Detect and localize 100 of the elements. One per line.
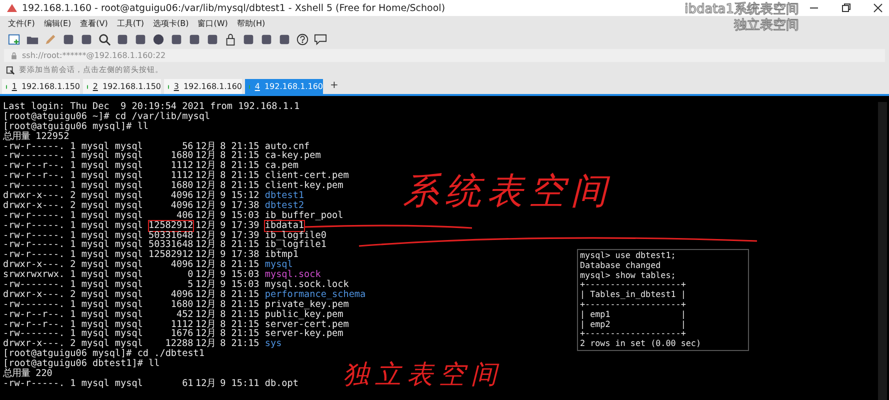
- link-count: 2: [70, 191, 76, 201]
- time-text: 21:15: [231, 142, 260, 152]
- day-text: 9: [219, 200, 226, 211]
- file-size: 4096: [170, 290, 194, 300]
- close-icon[interactable]: [873, 3, 883, 13]
- group-text: mysql: [114, 270, 143, 280]
- file-size: 50331648: [148, 230, 194, 240]
- session-tab[interactable]: 4 192.168.1.160: [245, 79, 323, 94]
- month-text: 12月: [196, 240, 212, 250]
- menu-item[interactable]: 工具(T): [116, 18, 144, 28]
- group-text: mysql: [114, 339, 143, 350]
- permissions-text: -rw-------.: [3, 280, 65, 290]
- day-text: 9: [219, 378, 226, 389]
- terminal-line: [root@atguigu06 mysql]# cd ./dbtest1: [3, 349, 206, 360]
- month-text: 12月: [196, 300, 212, 310]
- permissions-text: drwxr-x---.: [3, 339, 65, 350]
- day-text: 9: [219, 280, 226, 290]
- link-count: 2: [70, 200, 76, 211]
- chat-icon[interactable]: [314, 32, 327, 46]
- permissions-text: -rw-r-----.: [3, 240, 65, 250]
- link-count: 1: [70, 142, 76, 152]
- owner-text: mysql: [81, 378, 110, 389]
- session-tab[interactable]: 2 192.168.1.150: [83, 79, 161, 94]
- add-tab-button[interactable]: +: [326, 80, 342, 91]
- permissions-text: -rw-r-----.: [3, 210, 65, 221]
- time-text: 15:03: [231, 210, 260, 221]
- mysql-output-line: mysql> show tables;: [580, 270, 677, 280]
- month-text: 12月: [196, 220, 212, 231]
- permissions-text: -rw-r--r--.: [3, 171, 65, 182]
- owner-text: mysql: [81, 200, 110, 211]
- day-text: 9: [219, 191, 226, 201]
- file-name: public_key.pem: [264, 310, 344, 320]
- permissions-text: drwxr-x---.: [3, 290, 65, 300]
- app-icon: [6, 2, 18, 14]
- menu-item[interactable]: 编辑(E): [44, 18, 72, 28]
- menu-item[interactable]: 窗口(W): [198, 18, 228, 28]
- file-name: server-key.pem: [264, 329, 344, 340]
- search-icon[interactable]: [98, 32, 111, 46]
- link-count: 2: [70, 339, 76, 350]
- group-text: mysql: [114, 200, 143, 211]
- owner-text: mysql: [81, 151, 110, 162]
- permissions-text: drwxr-x---.: [3, 260, 65, 270]
- group-text: mysql: [114, 171, 143, 182]
- link-count: 1: [70, 210, 76, 221]
- month-text: 12月: [196, 142, 212, 152]
- month-text: 12月: [196, 310, 212, 320]
- link-count: 1: [70, 310, 76, 320]
- day-text: 8: [219, 142, 226, 152]
- file-size: 56: [182, 142, 194, 152]
- terminal-line: 总用量 220: [3, 369, 54, 379]
- permissions-text: -rw-r-----.: [3, 378, 65, 389]
- menu-item[interactable]: 帮助(H): [236, 18, 266, 28]
- month-text: 12月: [196, 290, 212, 300]
- time-text: 21:15: [231, 320, 260, 330]
- mysql-output-line: | emp1 |: [580, 310, 687, 320]
- day-text: 8: [219, 290, 226, 300]
- owner-text: mysql: [81, 270, 110, 280]
- menu-item[interactable]: 查看(V): [80, 18, 108, 28]
- day-text: 9: [219, 220, 226, 231]
- owner-text: mysql: [81, 240, 110, 250]
- time-text: 21:15: [231, 339, 260, 350]
- permissions-text: -rw-r--r--.: [3, 161, 65, 172]
- mysql-output-line: Database changed: [580, 260, 662, 271]
- scrollbar[interactable]: [878, 102, 887, 400]
- session-tab[interactable]: 3 192.168.1.160: [164, 79, 242, 94]
- terminal-line: [root@atguigu06 mysql]# ll: [3, 122, 149, 132]
- time-text: 21:15: [231, 151, 260, 162]
- day-text: 8: [219, 161, 226, 172]
- help-icon[interactable]: [296, 32, 309, 46]
- mysql-output-line: | Tables_in_dbtest1 |: [580, 290, 687, 300]
- month-text: 12月: [196, 339, 212, 350]
- menu-item[interactable]: 选项卡(B): [153, 18, 189, 28]
- file-size: 4096: [170, 200, 194, 211]
- link-count: 1: [70, 300, 76, 310]
- mysql-output-line: +-------------------+: [580, 329, 687, 340]
- day-text: 9: [219, 270, 226, 280]
- lock-icon[interactable]: [224, 32, 237, 46]
- restore-icon[interactable]: [841, 3, 851, 13]
- time-text: 17:39: [231, 230, 260, 240]
- new-icon[interactable]: [8, 32, 21, 46]
- time-text: 15:03: [231, 280, 260, 290]
- caption-text: ibdata1系统表空间: [684, 2, 799, 18]
- owner-text: mysql: [81, 220, 110, 231]
- file-size: 406: [175, 210, 194, 221]
- file-size: 12288: [165, 339, 194, 350]
- permissions-text: -rw-r-----.: [3, 142, 65, 152]
- permissions-text: srwxrwxrwx.: [3, 270, 65, 280]
- owner-text: mysql: [81, 171, 110, 182]
- month-text: 12月: [196, 200, 212, 211]
- terminal-line: [root@atguigu06 dbtest1]# ll: [3, 359, 161, 370]
- file-size: 1680: [170, 151, 194, 162]
- terminal-line: Last login: Thu Dec 9 20:19:54 2021 from 192.168.1.1: [3, 102, 301, 112]
- handwritten-note: 独立表空间: [343, 360, 503, 390]
- session-tab[interactable]: 1 192.168.1.150: [2, 79, 80, 94]
- group-text: mysql: [114, 210, 143, 221]
- day-text: 8: [219, 310, 226, 320]
- owner-text: mysql: [81, 210, 110, 221]
- menu-item[interactable]: 文件(F): [8, 18, 35, 28]
- mysql-output-line: +-------------------+: [580, 300, 687, 310]
- group-text: mysql: [114, 260, 143, 270]
